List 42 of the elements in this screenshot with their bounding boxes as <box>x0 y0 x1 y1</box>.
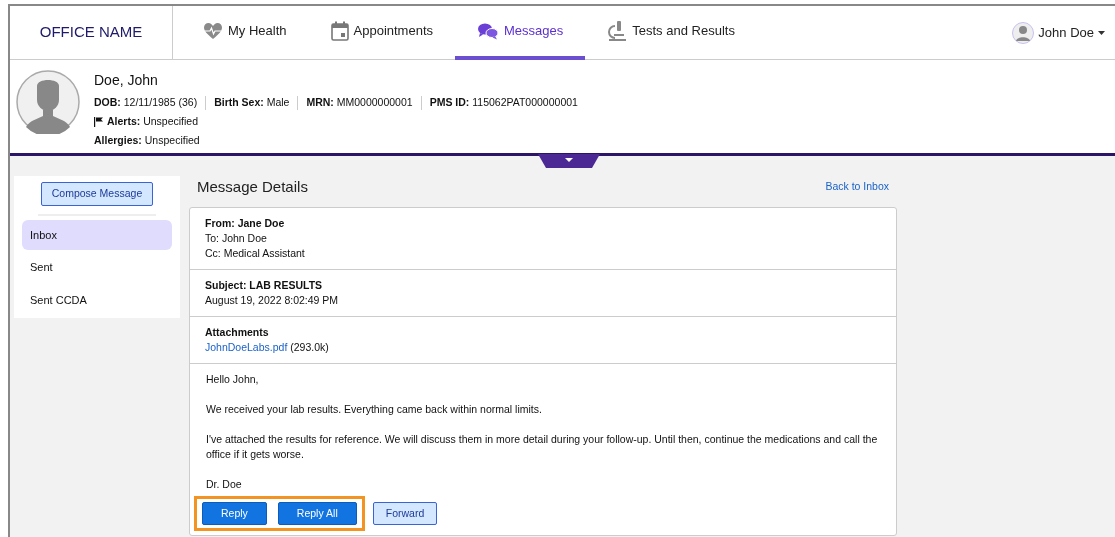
patient-detail: PMS ID: 115062PAT000000001 <box>429 96 578 108</box>
folder-item[interactable]: Sent <box>22 252 172 283</box>
nav-tab[interactable]: My Health <box>181 6 309 60</box>
cc-text: Cc: Medical Assistant <box>205 245 306 261</box>
recipient-text: To: John Doe <box>205 230 268 246</box>
message-action-button[interactable]: Reply <box>202 501 267 526</box>
message-paragraph: Dr. Doe <box>206 476 243 492</box>
nav-tab[interactable]: Tests and Results <box>585 6 757 60</box>
avatar-icon <box>1012 21 1035 44</box>
message-action-button[interactable]: Forward <box>372 501 438 526</box>
patient-detail: MRN: MM0000000001 <box>306 96 413 108</box>
message-date: August 19, 2022 8:02:49 PM <box>205 292 340 308</box>
attachment-link[interactable]: JohnDoeLabs.pdf <box>205 340 288 353</box>
attachments-heading: Attachments <box>205 324 270 340</box>
nav-tab[interactable]: Messages <box>455 6 586 60</box>
patient-detail: Birth Sex: Male <box>214 96 290 108</box>
subject-text: Subject: LAB RESULTS <box>205 277 324 293</box>
caret-icon <box>1098 30 1105 35</box>
message-paragraph: We received your lab results. Everything came back within normal limits. <box>206 401 543 417</box>
office-name-logo: OFFICE NAME <box>10 6 173 59</box>
heart-pulse-icon <box>203 22 223 40</box>
message-paragraph: I've attached the results for reference. We will discuss them in more detail during your follow-up. Until then, continue the medications and call the office if it gets worse. <box>206 431 879 462</box>
sender-text: From: Jane Doe <box>205 215 286 231</box>
message-title: Message Details <box>197 177 308 197</box>
attachment-size: (293.0k) <box>290 340 329 353</box>
folder-item[interactable]: Inbox <box>22 219 172 251</box>
chat-bubbles-icon <box>477 22 500 40</box>
alerts-text: Alerts: Unspecified <box>107 114 199 129</box>
folder-item[interactable]: Sent CCDA <box>22 284 172 316</box>
patient-name: Doe, John <box>94 71 159 90</box>
microscope-icon <box>607 20 628 42</box>
back-to-inbox-link[interactable]: Back to Inbox <box>825 179 889 196</box>
allergies-text: Allergies: Unspecified <box>94 133 201 148</box>
flag-icon <box>94 116 103 127</box>
calendar-icon <box>330 21 349 41</box>
user-menu[interactable]: John Doe <box>1038 22 1105 43</box>
message-paragraph: Hello John, <box>206 371 260 387</box>
message-action-button[interactable]: Reply All <box>277 501 357 526</box>
patient-detail: DOB: 12/11/1985 (36) <box>94 96 198 108</box>
compose-message-button[interactable]: Compose Message <box>40 182 154 206</box>
nav-tab[interactable]: Appointments <box>308 6 456 60</box>
collapse-header-toggle[interactable] <box>538 151 600 168</box>
